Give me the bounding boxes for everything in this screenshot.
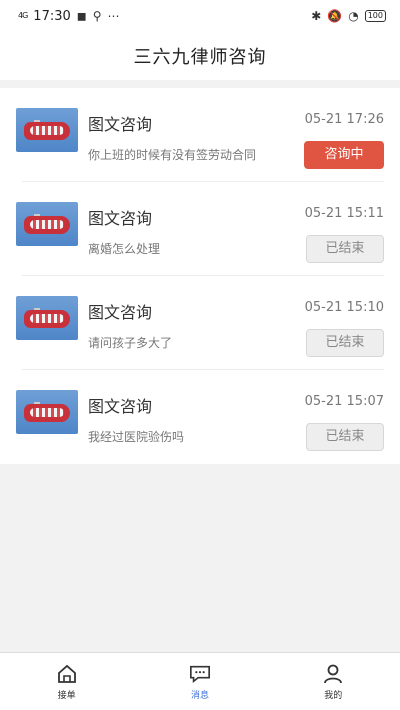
- bottom-tabbar: 接单 消息 我的: [0, 652, 400, 710]
- consultation-time: 05-21 15:10: [304, 300, 384, 315]
- page-title: 三六九律师咨询: [133, 47, 267, 68]
- notification-icon: ◼: [76, 9, 87, 23]
- more-icon: ⋯: [107, 9, 120, 23]
- tab-messages[interactable]: 消息: [160, 663, 240, 701]
- signal-indicator: 4G: [18, 11, 28, 20]
- status-badge[interactable]: 已结束: [306, 235, 384, 263]
- page-header: 三六九律师咨询: [0, 32, 400, 80]
- usb-icon: ⚲: [92, 9, 102, 23]
- consultation-time: 05-21 17:26: [304, 112, 384, 127]
- consultation-title: 图文咨询: [88, 115, 153, 134]
- consultation-time: 05-21 15:11: [304, 206, 384, 221]
- user-icon: [322, 663, 344, 685]
- mute-icon: 🔕: [327, 9, 343, 23]
- tab-label: 接单: [57, 690, 76, 701]
- status-left: 4G 17:30 ◼ ⚲ ⋯: [18, 9, 120, 24]
- tab-orders[interactable]: 接单: [27, 663, 107, 701]
- consultation-item[interactable]: 图文咨询 你上班的时候有没有签劳动合同 05-21 17:26 咨询中: [16, 88, 384, 182]
- wifi-icon: ◔: [348, 9, 359, 23]
- status-time: 17:30: [33, 8, 71, 24]
- status-bar: 4G 17:30 ◼ ⚲ ⋯ ✱ 🔕 ◔ 100: [0, 0, 400, 32]
- consultation-item[interactable]: 图文咨询 我经过医院验伤吗 05-21 15:07 已结束: [16, 370, 384, 464]
- consultation-message: 离婚怎么处理: [88, 242, 161, 256]
- status-badge[interactable]: 已结束: [306, 423, 384, 451]
- shoe-thumbnail: [16, 296, 78, 340]
- consultation-list: 图文咨询 你上班的时候有没有签劳动合同 05-21 17:26 咨询中 图文咨询…: [0, 88, 400, 464]
- bluetooth-icon: ✱: [311, 9, 322, 23]
- consultation-time: 05-21 15:07: [304, 394, 384, 409]
- consultation-item[interactable]: 图文咨询 请问孩子多大了 05-21 15:10 已结束: [16, 276, 384, 370]
- consultation-title: 图文咨询: [88, 397, 153, 416]
- battery-icon: 100: [364, 10, 386, 22]
- status-badge[interactable]: 咨询中: [304, 141, 384, 169]
- home-icon: [56, 663, 78, 685]
- consultation-message: 我经过医院验伤吗: [88, 430, 185, 444]
- status-right: ✱ 🔕 ◔ 100: [311, 9, 386, 23]
- consultation-title: 图文咨询: [88, 303, 153, 322]
- shoe-thumbnail: [16, 202, 78, 246]
- tab-label: 我的: [324, 690, 343, 701]
- tab-profile[interactable]: 我的: [293, 663, 373, 701]
- shoe-thumbnail: [16, 390, 78, 434]
- status-badge[interactable]: 已结束: [306, 329, 384, 357]
- consultation-message: 请问孩子多大了: [88, 336, 173, 350]
- chat-icon: [189, 663, 211, 685]
- consultation-item[interactable]: 图文咨询 离婚怎么处理 05-21 15:11 已结束: [16, 182, 384, 276]
- shoe-thumbnail: [16, 108, 78, 152]
- tab-label: 消息: [190, 690, 209, 701]
- consultation-message: 你上班的时候有没有签劳动合同: [88, 148, 257, 162]
- consultation-title: 图文咨询: [88, 209, 153, 228]
